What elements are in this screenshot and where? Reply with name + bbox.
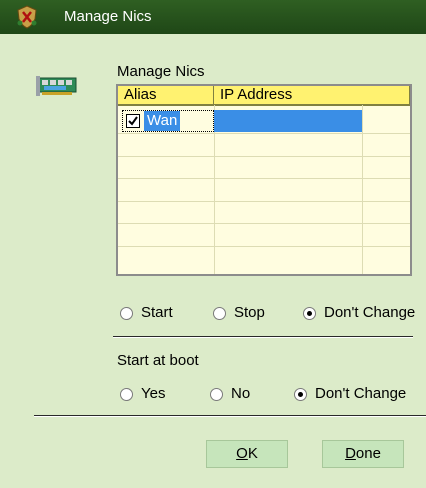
radio-boot-no[interactable] (210, 388, 223, 401)
radio-boot-dont-change-label: Don't Change (315, 385, 407, 402)
nic-alias-cell[interactable]: Wan (144, 111, 181, 131)
network-card-icon (36, 76, 77, 96)
done-button[interactable]: Done (322, 440, 404, 468)
radio-start-label: Start (141, 304, 173, 321)
radio-boot-yes[interactable] (120, 388, 133, 401)
nic-ip-cell[interactable] (214, 110, 362, 132)
title-bar: Manage Nics (0, 0, 426, 34)
radio-action-dont-change-label: Don't Change (324, 304, 416, 321)
radio-boot-no-label: No (231, 385, 251, 402)
nic-grid[interactable]: Alias IP Address Wan (116, 84, 412, 276)
manage-nics-label: Manage Nics (117, 63, 205, 80)
checkmark-icon (128, 116, 138, 126)
radio-boot-yes-label: Yes (141, 385, 166, 402)
shield-icon (17, 5, 37, 29)
column-header-ip-address[interactable]: IP Address (214, 86, 410, 105)
radio-stop-label: Stop (234, 304, 265, 321)
ok-button[interactable]: OK (206, 440, 288, 468)
radio-action-dont-change[interactable] (303, 307, 316, 320)
start-at-boot-label: Start at boot (117, 352, 199, 369)
window-title: Manage Nics (64, 8, 152, 25)
radio-boot-dont-change[interactable] (294, 388, 307, 401)
nic-enabled-checkbox[interactable] (126, 114, 140, 128)
radio-stop[interactable] (213, 307, 226, 320)
column-header-alias[interactable]: Alias (118, 86, 214, 105)
radio-start[interactable] (120, 307, 133, 320)
table-row[interactable]: Wan (122, 110, 214, 132)
